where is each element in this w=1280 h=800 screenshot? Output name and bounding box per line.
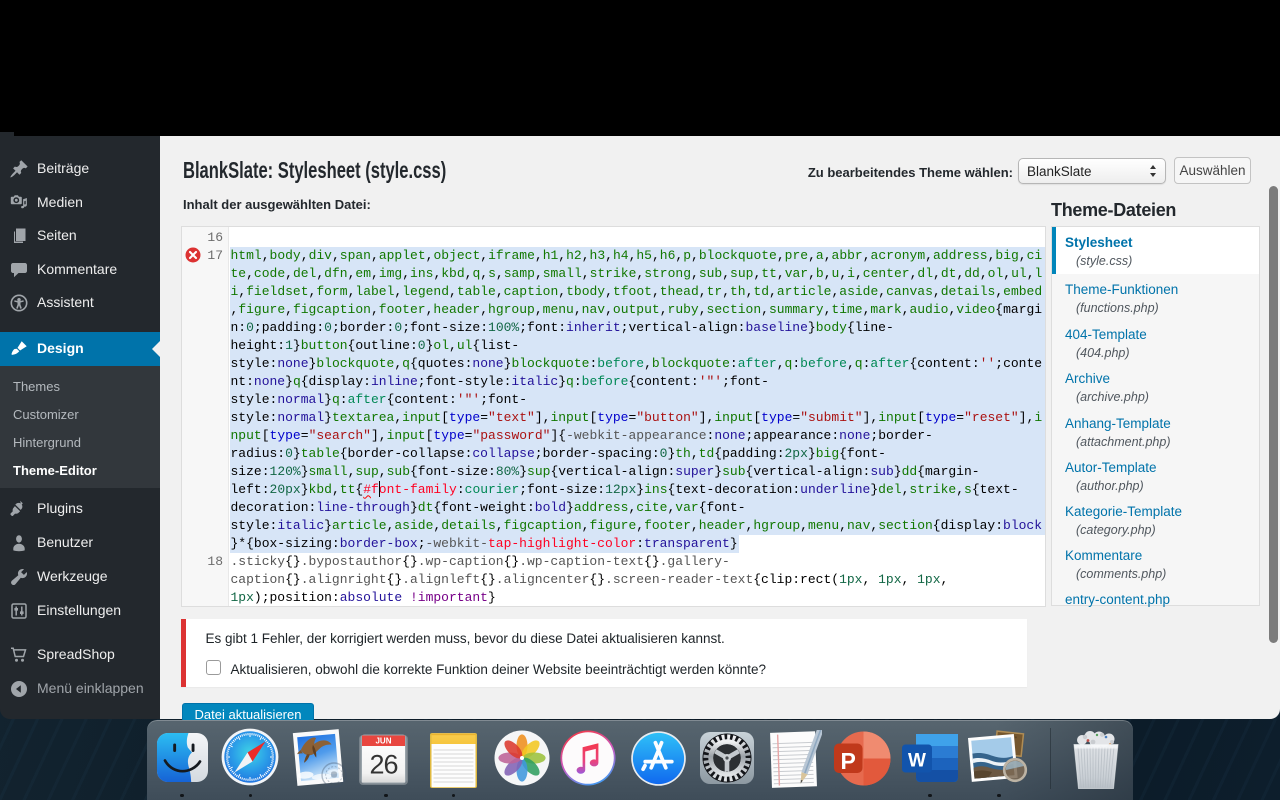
svg-text:26: 26 bbox=[369, 749, 397, 779]
svg-text:P: P bbox=[841, 748, 856, 774]
svg-text:W: W bbox=[908, 750, 926, 771]
svg-text:JUN: JUN bbox=[375, 736, 391, 745]
